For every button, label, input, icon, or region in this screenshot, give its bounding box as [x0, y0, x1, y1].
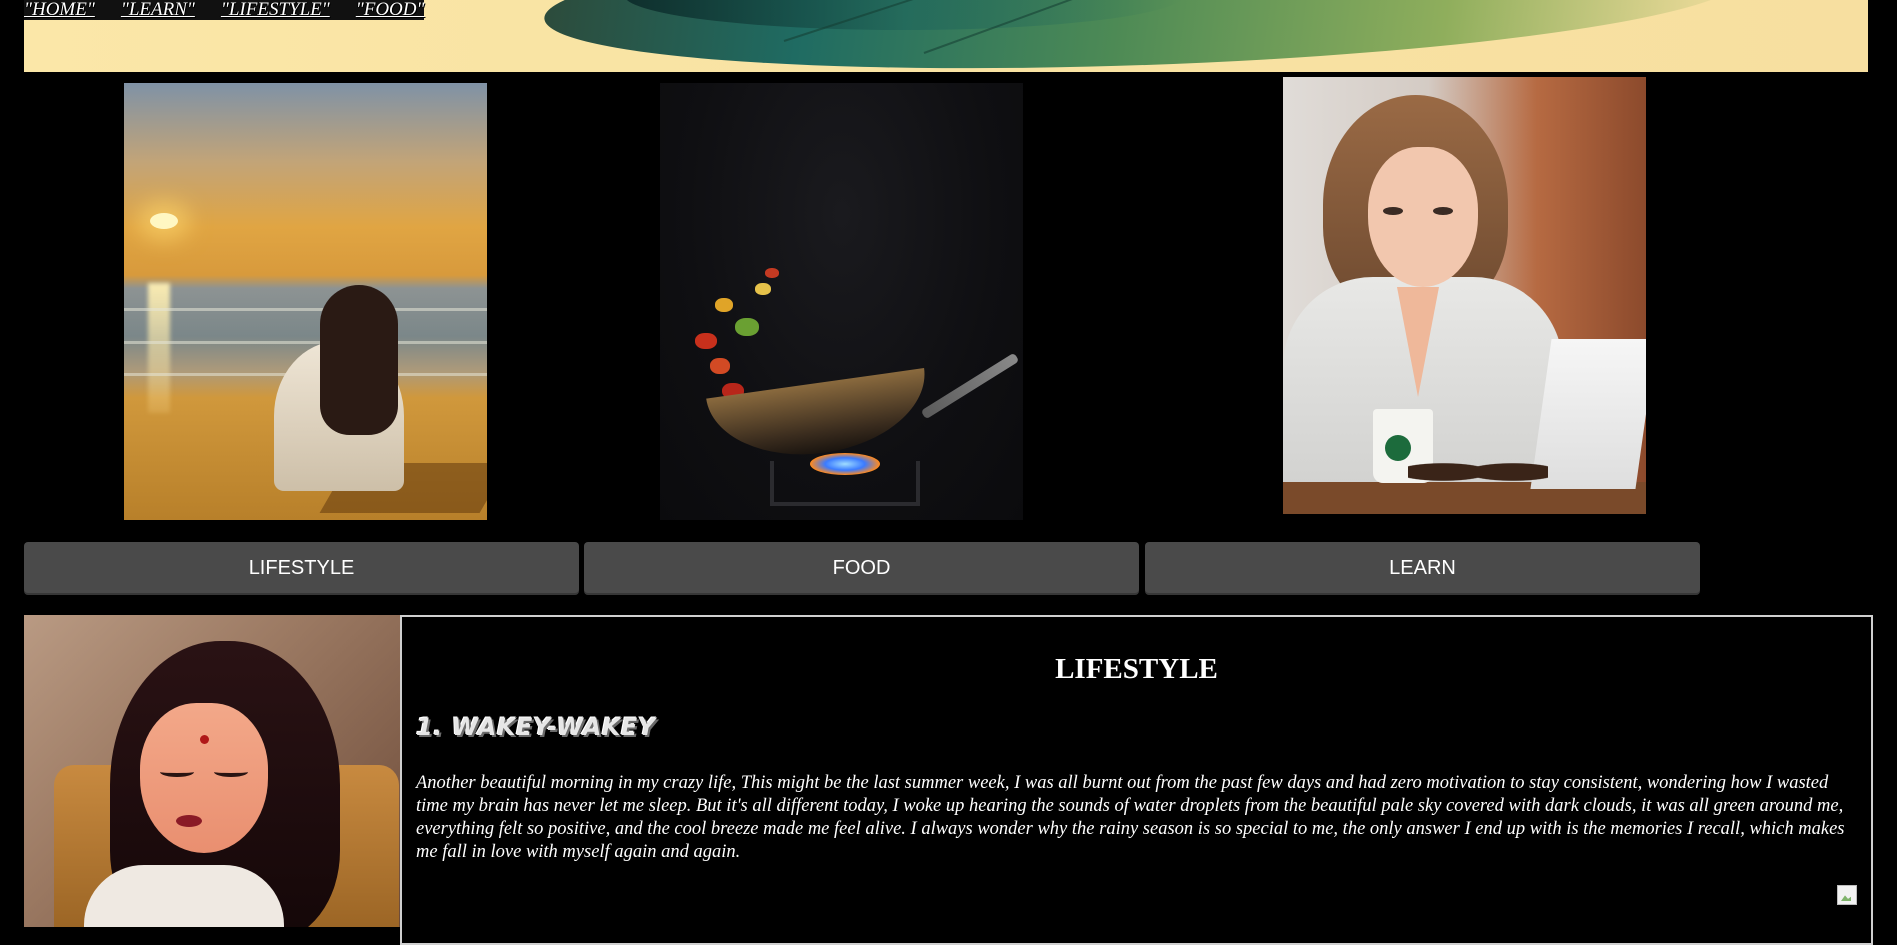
wok-handle — [920, 352, 1020, 420]
girl-face — [1368, 147, 1478, 287]
lifestyle-portrait-image — [24, 615, 400, 927]
sun-reflection — [148, 283, 170, 413]
stove-stand — [770, 461, 920, 506]
lifestyle-button[interactable]: LIFESTYLE — [24, 542, 579, 595]
sunglasses — [1408, 452, 1548, 492]
top-nav: "HOME" "LEARN" "LIFESTYLE" "FOOD" — [24, 0, 425, 20]
bindi-dot — [200, 735, 209, 744]
wave-line — [124, 341, 487, 344]
food-piece — [755, 283, 771, 295]
girl-laptop-cafe-image[interactable] — [1283, 77, 1646, 514]
sunset-beach-girl-image[interactable] — [124, 83, 487, 520]
food-piece — [710, 358, 730, 374]
closed-eye — [160, 767, 194, 777]
sun-shape — [150, 213, 178, 229]
article-title: LIFESTYLE — [1055, 653, 1218, 685]
nav-link-lifestyle[interactable]: "LIFESTYLE" — [221, 0, 343, 20]
girl-hair — [320, 285, 398, 435]
wok-pan — [706, 368, 934, 468]
broken-image-icon — [1837, 885, 1857, 905]
article-heading: 1. WAKEY-WAKEY — [416, 713, 656, 741]
wave-line — [124, 308, 487, 311]
food-piece — [765, 268, 779, 278]
food-button[interactable]: FOOD — [584, 542, 1139, 595]
closed-eye — [214, 767, 248, 777]
food-piece — [695, 333, 717, 349]
nav-link-food[interactable]: "FOOD" — [356, 0, 425, 20]
nav-link-home[interactable]: "HOME" — [24, 0, 108, 20]
girl-face — [140, 703, 268, 853]
wok-flame-food-image[interactable] — [660, 83, 1023, 520]
girl-lips — [176, 815, 202, 827]
article-body: Another beautiful morning in my crazy li… — [416, 773, 1845, 862]
girl-eye — [1433, 207, 1453, 215]
learn-button[interactable]: LEARN — [1145, 542, 1700, 595]
nav-link-learn[interactable]: "LEARN" — [121, 0, 208, 20]
girl-shirt — [84, 865, 284, 927]
food-piece — [715, 298, 733, 312]
girl-eye — [1383, 207, 1403, 215]
lifestyle-article: LIFESTYLE 1. WAKEY-WAKEY Another beautif… — [400, 615, 1873, 945]
food-piece — [735, 318, 759, 336]
